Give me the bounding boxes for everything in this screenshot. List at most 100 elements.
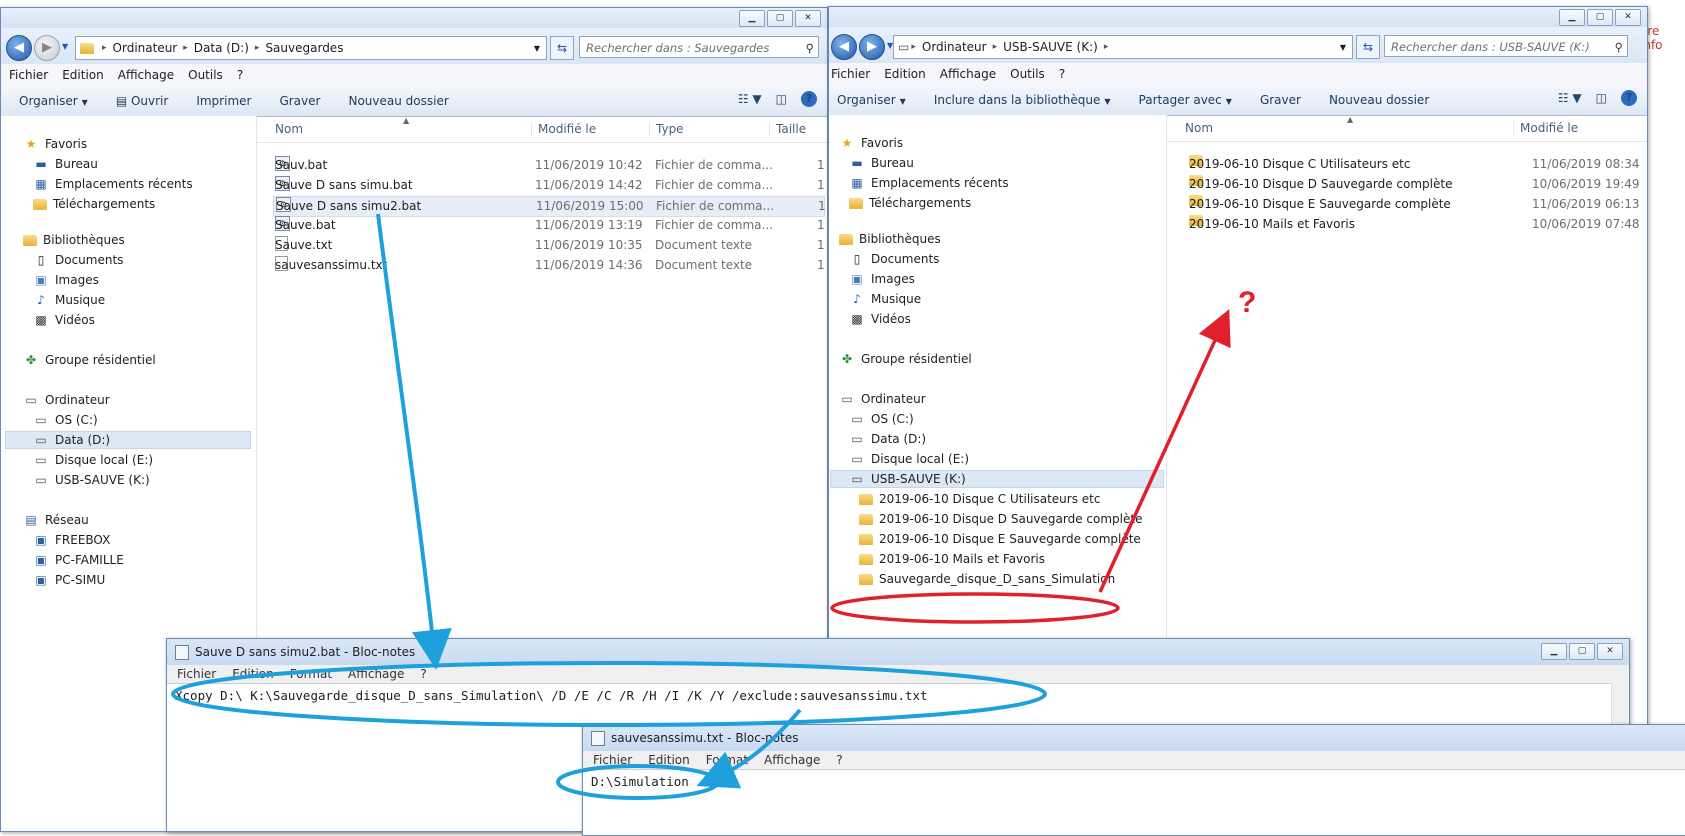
nav-drive-d[interactable]: ▭ Data (D:) — [849, 432, 926, 446]
menu-view[interactable]: Affichage — [348, 667, 404, 681]
close-button[interactable]: ✕ — [1615, 9, 1641, 26]
close-button[interactable]: ✕ — [1597, 643, 1623, 660]
search-input[interactable]: Rechercher dans : USB-SAUVE (K:) ⚲ — [1384, 35, 1628, 57]
nav-subfolder[interactable]: 2019-06-10 Disque C Utilisateurs etc — [859, 492, 1100, 506]
print-button[interactable]: Imprimer — [196, 94, 251, 108]
view-options-icon[interactable]: ☷ ▼ — [738, 92, 762, 106]
nav-desktop[interactable]: ▬ Bureau — [849, 156, 914, 170]
help-icon[interactable]: ? — [801, 91, 817, 107]
address-bar[interactable]: ▭ ▸ Ordinateur ▸ USB-SAUVE (K:) ▸ ▼ — [893, 35, 1353, 59]
folder-row[interactable]: 2019-06-10 Disque C Utilisateurs etc 11/… — [1187, 155, 1640, 174]
menu-view[interactable]: Affichage — [940, 67, 996, 81]
folder-row[interactable]: 2019-06-10 Mails et Favoris 10/06/2019 0… — [1187, 215, 1640, 234]
menu-help[interactable]: ? — [836, 753, 842, 767]
minimize-button[interactable]: ▁ — [1541, 643, 1567, 660]
nav-desktop[interactable]: ▬ Bureau — [33, 157, 98, 171]
nav-subfolder[interactable]: 2019-06-10 Disque D Sauvegarde complète — [859, 512, 1142, 526]
nav-pc-simu[interactable]: ▣ PC-SIMU — [33, 573, 105, 587]
include-library-button[interactable]: Inclure dans la bibliothèque ▼ — [934, 93, 1111, 107]
menu-file[interactable]: Fichier — [9, 68, 48, 82]
share-button[interactable]: Partager avec ▼ — [1139, 93, 1232, 107]
nav-favorites[interactable]: ★ Favoris — [839, 136, 904, 150]
menu-tools[interactable]: Outils — [1010, 67, 1045, 81]
menu-edit[interactable]: Edition — [62, 68, 104, 82]
maximize-button[interactable]: ▢ — [1587, 9, 1613, 26]
forward-button[interactable]: ▶ — [859, 34, 885, 60]
text-editor[interactable]: Xcopy D:\ K:\Sauvegarde_disque_D_sans_Si… — [167, 684, 1629, 707]
back-button[interactable]: ◀ — [6, 35, 32, 61]
open-button[interactable]: ▤ Ouvrir — [116, 94, 169, 108]
nav-music[interactable]: ♪ Musique — [849, 292, 921, 306]
breadcrumb-usb[interactable]: USB-SAUVE (K:) — [1003, 40, 1098, 54]
view-options-icon[interactable]: ☷ ▼ — [1558, 91, 1582, 105]
address-bar[interactable]: ▸ Ordinateur ▸ Data (D:) ▸ Sauvegardes ▼ — [75, 36, 547, 60]
menu-view[interactable]: Affichage — [764, 753, 820, 767]
nav-network[interactable]: ▤ Réseau — [23, 513, 88, 527]
breadcrumb-sauvegardes[interactable]: Sauvegardes — [265, 41, 343, 55]
breadcrumb-computer[interactable]: Ordinateur — [113, 41, 178, 55]
preview-pane-icon[interactable]: ◫ — [1596, 91, 1607, 105]
nav-images[interactable]: ▣ Images — [849, 272, 915, 286]
minimize-button[interactable]: ▁ — [739, 10, 765, 27]
nav-drive-k[interactable]: ▭ USB-SAUVE (K:) — [33, 473, 149, 487]
nav-libraries[interactable]: Bibliothèques — [23, 233, 125, 247]
back-button[interactable]: ◀ — [831, 34, 857, 60]
folder-row[interactable]: 2019-06-10 Disque D Sauvegarde complète … — [1187, 175, 1640, 194]
nav-recent[interactable]: ▦ Emplacements récents — [33, 177, 192, 191]
nav-drive-c[interactable]: ▭ OS (C:) — [849, 412, 913, 426]
menu-tools[interactable]: Outils — [188, 68, 223, 82]
nav-videos[interactable]: ▩ Vidéos — [849, 312, 911, 326]
nav-homegroup[interactable]: ✤ Groupe résidentiel — [23, 353, 156, 367]
nav-music[interactable]: ♪ Musique — [33, 293, 105, 307]
help-icon[interactable]: ? — [1621, 90, 1637, 106]
refresh-button[interactable]: ⇆ — [1356, 35, 1380, 59]
nav-subfolder[interactable]: 2019-06-10 Disque E Sauvegarde complète — [859, 532, 1141, 546]
nav-drive-d[interactable]: ▭ Data (D:) — [5, 431, 251, 449]
nav-computer[interactable]: ▭ Ordinateur — [23, 393, 109, 407]
column-modified[interactable]: Modifié le — [1513, 121, 1578, 135]
nav-subfolder-new[interactable]: Sauvegarde_disque_D_sans_Simulation — [859, 572, 1115, 586]
new-folder-button[interactable]: Nouveau dossier — [1329, 93, 1429, 107]
file-row[interactable]: Sauve.txt 11/06/2019 10:35 Document text… — [273, 236, 825, 255]
nav-pc-famille[interactable]: ▣ PC-FAMILLE — [33, 553, 123, 567]
file-row[interactable]: ⚙ Sauve D sans simu.bat 11/06/2019 14:42 … — [273, 176, 825, 195]
nav-downloads[interactable]: Téléchargements — [33, 197, 155, 211]
nav-libraries[interactable]: Bibliothèques — [839, 232, 941, 246]
menu-edit[interactable]: Edition — [232, 667, 274, 681]
column-name[interactable]: Nom — [1167, 121, 1213, 135]
nav-homegroup[interactable]: ✤ Groupe résidentiel — [839, 352, 972, 366]
nav-subfolder[interactable]: 2019-06-10 Mails et Favoris — [859, 552, 1045, 566]
burn-button[interactable]: Graver — [1260, 93, 1301, 107]
menu-help[interactable]: ? — [1059, 67, 1065, 81]
nav-drive-e[interactable]: ▭ Disque local (E:) — [849, 452, 969, 466]
organize-button[interactable]: Organiser ▼ — [19, 94, 88, 108]
menu-help[interactable]: ? — [237, 68, 243, 82]
breadcrumb-computer[interactable]: Ordinateur — [922, 40, 987, 54]
organize-button[interactable]: Organiser ▼ — [837, 93, 906, 107]
column-size[interactable]: Taille — [769, 122, 806, 136]
new-folder-button[interactable]: Nouveau dossier — [348, 94, 448, 108]
minimize-button[interactable]: ▁ — [1559, 9, 1585, 26]
history-dropdown-icon[interactable]: ▼ — [62, 42, 68, 51]
menu-view[interactable]: Affichage — [118, 68, 174, 82]
menu-format[interactable]: Format — [706, 753, 748, 767]
menu-file[interactable]: Fichier — [177, 667, 216, 681]
search-input[interactable]: Rechercher dans : Sauvegardes ⚲ — [579, 36, 819, 58]
folder-row[interactable]: 2019-06-10 Disque E Sauvegarde complète … — [1187, 195, 1640, 214]
maximize-button[interactable]: ▢ — [767, 10, 793, 27]
file-row-selected[interactable]: ⚙ Sauve D sans simu2.bat 11/06/2019 15:00… — [273, 196, 826, 217]
column-type[interactable]: Type — [649, 122, 684, 136]
nav-freebox[interactable]: ▣ FREEBOX — [33, 533, 110, 547]
menu-format[interactable]: Format — [290, 667, 332, 681]
column-name[interactable]: Nom — [257, 122, 303, 136]
nav-drive-e[interactable]: ▭ Disque local (E:) — [33, 453, 153, 467]
nav-downloads[interactable]: Téléchargements — [849, 196, 971, 210]
menu-edit[interactable]: Edition — [884, 67, 926, 81]
file-row[interactable]: ⚙ Sauv.bat 11/06/2019 10:42 Fichier de co… — [273, 156, 825, 175]
burn-button[interactable]: Graver — [279, 94, 320, 108]
menu-edit[interactable]: Edition — [648, 753, 690, 767]
address-dropdown-icon[interactable]: ▼ — [534, 44, 540, 53]
menu-file[interactable]: Fichier — [831, 67, 870, 81]
text-editor[interactable]: D:\Simulation — [583, 770, 1685, 793]
nav-computer[interactable]: ▭ Ordinateur — [839, 392, 925, 406]
